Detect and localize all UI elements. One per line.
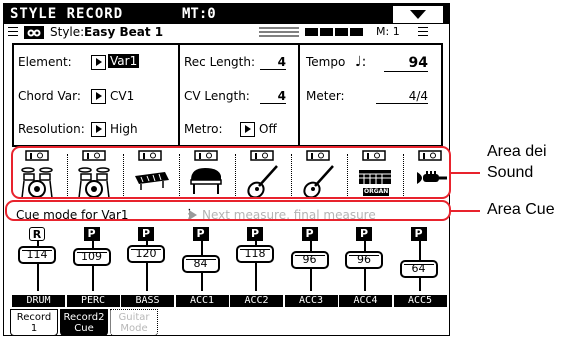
tab-1[interactable]: Record 1 [10,309,58,336]
track-channel: P 96 ACC4 [339,227,392,307]
tab-sublabel: Cue [74,323,94,334]
volume-fader[interactable]: 64 [399,260,438,278]
track-name: ACC1 [175,295,229,307]
stripes-icon [259,27,299,37]
track-channel: P 109 PERC [66,227,120,307]
volume-value: 84 [193,256,208,270]
track-mode-button[interactable]: P [410,227,427,241]
track-mode-button[interactable]: R [29,227,45,241]
track-name: ACC5 [393,295,447,307]
volume-fader[interactable]: 84 [181,254,220,273]
volume-fader[interactable]: 120 [127,245,165,264]
track-name: ACC2 [230,295,283,307]
chord-var-label: Chord Var: [18,89,81,103]
volume-fader[interactable]: 118 [236,245,274,264]
resolution-label: Resolution: [18,122,85,136]
track-mode-button[interactable]: P [301,227,318,241]
scroll-left-icon [8,27,18,36]
cv-length-value[interactable]: 4 [260,89,286,104]
tempo-value[interactable]: 94 [384,55,428,72]
volume-fader[interactable]: 96 [290,251,329,270]
chord-var-value[interactable]: CV1 [110,89,134,103]
cue-area-annotation: Area Cue [487,201,555,218]
tab-label: Record [16,312,52,323]
tab-2[interactable]: Record2 Cue [60,309,108,336]
track-channel: P 64 ACC5 [393,227,447,307]
volume-fader[interactable]: 96 [345,251,383,270]
track-name: ACC3 [284,295,338,307]
track-mode-button[interactable]: P [192,227,209,241]
track-mode-button[interactable]: P [138,227,154,241]
element-select-arrow[interactable] [91,55,106,70]
cv-length-label: CV Length: [184,89,250,103]
track-name: DRUM [12,295,65,307]
track-channel: P 118 ACC2 [230,227,283,307]
tempo-label: Tempo [306,55,346,69]
track-mode-button[interactable]: P [356,227,372,241]
track-mixer: R 114 DRUM P 109 PERC P 120 BASS P 84 ACC1 P 118 ACC2 P… [4,227,449,307]
volume-value: 114 [26,248,48,262]
track-channel: P 84 ACC1 [175,227,229,307]
volume-value: 118 [244,247,266,261]
track-mode-button[interactable]: P [83,227,100,241]
volume-value: 96 [357,253,371,267]
resolution-value[interactable]: High [110,122,138,136]
volume-value: 96 [302,253,317,267]
element-value[interactable]: Var1 [108,54,140,68]
scroll-right-icon [418,27,428,36]
style-icon [24,26,44,39]
chord-var-select-arrow[interactable] [91,89,106,104]
style-row: Style: Easy Beat 1 M: 1 [4,24,449,41]
rec-length-value[interactable]: 4 [260,55,286,70]
rec-length-label: Rec Length: [184,55,256,69]
page-menu-button[interactable] [393,6,443,23]
volume-value: 64 [411,262,426,275]
metro-value[interactable]: Off [259,122,277,136]
quarter-note-symbol: ♩: [355,54,367,70]
sound-area-callout [11,146,451,199]
volume-value: 109 [81,249,102,263]
track-channel: P 96 ACC3 [284,227,338,307]
volume-value: 120 [135,247,157,261]
cue-callout-line [451,210,480,212]
volume-fader[interactable]: 114 [18,246,56,265]
meter-value[interactable]: 4/4 [376,89,428,104]
meter-label: Meter: [306,89,345,103]
sound-callout-line [451,172,480,174]
track-channel: P 120 BASS [121,227,174,307]
style-label: Style: [50,25,85,39]
measure-progress-icon [305,28,363,36]
track-name: PERC [66,295,120,307]
metro-select-arrow[interactable] [240,122,255,137]
measure-counter: M: 1 [376,25,400,38]
sound-area-annotation: Area dei Sound [487,143,547,181]
chevron-down-icon [410,10,426,19]
track-name: BASS [121,295,174,307]
title-bar: STYLE RECORD MT:0 [4,4,449,24]
track-mode-button[interactable]: P [247,227,263,241]
tab-label: Guitar [118,312,150,323]
tab-sublabel: 1 [30,323,38,334]
tab-3[interactable]: Guitar Mode [110,309,158,336]
tab-label: Record2 [63,312,105,323]
parameters-panel: Element: Var1 Chord Var: CV1 Resolution:… [12,43,443,147]
volume-fader[interactable]: 109 [72,247,111,266]
resolution-select-arrow[interactable] [91,122,106,137]
tab-sublabel: Mode [120,323,148,334]
track-channel: R 114 DRUM [12,227,65,307]
element-label: Element: [18,55,72,69]
cue-area-callout [5,200,451,221]
track-name: ACC4 [339,295,392,307]
metro-label: Metro: [184,122,223,136]
style-name[interactable]: Easy Beat 1 [84,25,163,39]
page-title: STYLE RECORD [10,6,124,22]
mt-indicator: MT:0 [182,6,216,22]
